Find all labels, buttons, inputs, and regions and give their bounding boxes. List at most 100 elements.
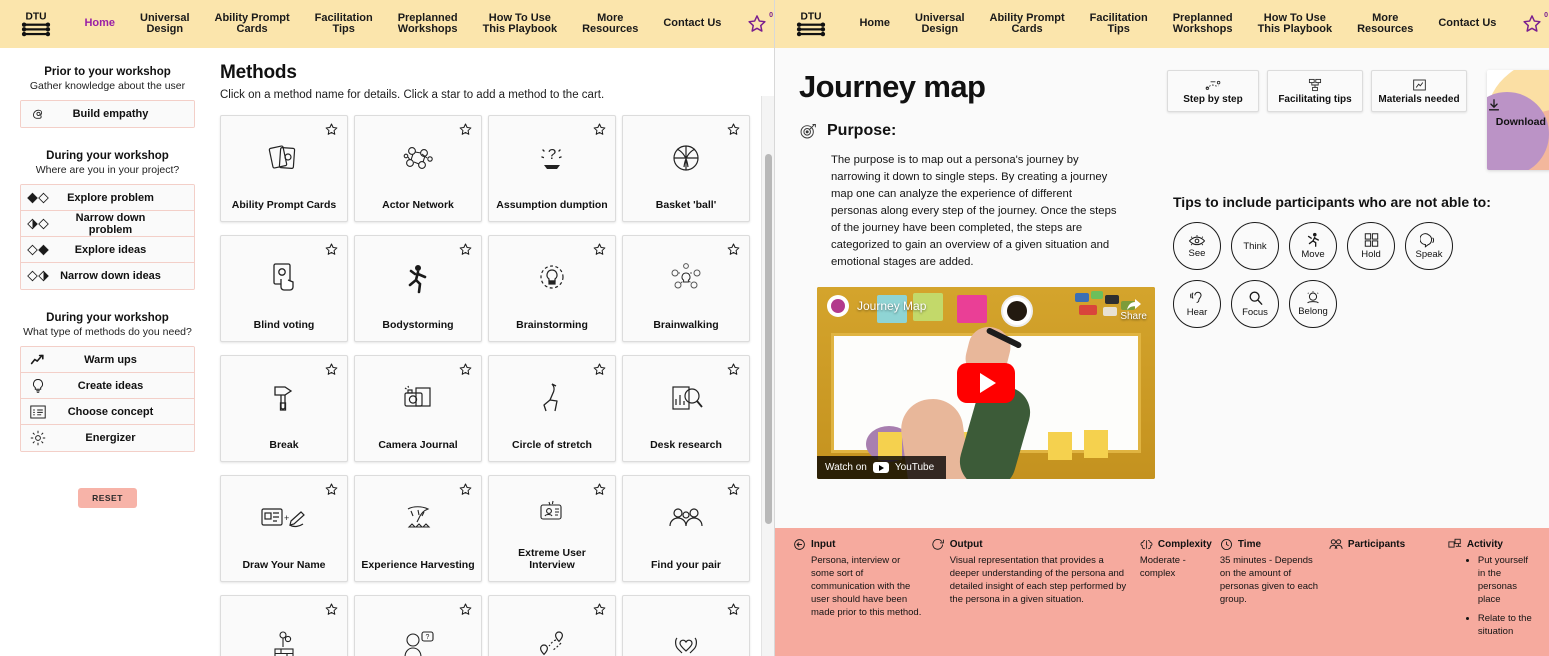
share-label: Share <box>1120 311 1147 322</box>
ability-speak-button[interactable]: Speak <box>1405 222 1453 270</box>
materials-needed-button[interactable]: Materials needed <box>1371 70 1467 112</box>
star-icon[interactable] <box>324 122 339 137</box>
nav-item-home[interactable]: Home <box>81 16 118 32</box>
reset-button[interactable]: RESET <box>78 488 137 508</box>
star-icon[interactable] <box>458 602 473 617</box>
info-title: Activity <box>1466 539 1503 550</box>
nav-item-preplanned-workshops[interactable]: Preplanned Workshops <box>395 11 461 38</box>
ability-belong-button[interactable]: Belong <box>1289 280 1337 328</box>
method-card-label: Experience Harvesting <box>361 559 475 571</box>
download-template-button[interactable]: Download template (pdf) <box>1487 70 1549 170</box>
sidebar-item-narrow-down-ideas[interactable]: Narrow down ideas <box>21 263 194 289</box>
dtu-logo[interactable]: DTU <box>0 10 72 39</box>
nav-item-contact-us[interactable]: Contact Us <box>1435 16 1499 32</box>
method-card[interactable] <box>622 595 750 656</box>
nav-item-more-resources[interactable]: More Resources <box>579 11 641 38</box>
nav-item-preplanned-workshops[interactable]: Preplanned Workshops <box>1170 11 1236 38</box>
youtube-video-embed[interactable]: Journey Map Share Watch on YouTube <box>817 287 1155 479</box>
action-buttons-group: Step by step Facilitating tips Materials… <box>1167 70 1477 112</box>
method-card-label: Circle of stretch <box>512 439 592 451</box>
ability-hold-button[interactable]: Hold <box>1347 222 1395 270</box>
sidebar-item-build-empathy[interactable]: Build empathy <box>21 101 194 127</box>
target-icon <box>799 122 817 140</box>
star-icon[interactable] <box>458 242 473 257</box>
nav-item-how-to-use[interactable]: How To Use This Playbook <box>1255 11 1336 38</box>
dtu-logo[interactable]: DTU <box>775 10 847 39</box>
actions-row: Step by step Facilitating tips Materials… <box>1167 70 1549 170</box>
method-card-label: Assumption dumption <box>496 199 608 211</box>
method-card[interactable]: Bodystorming <box>354 235 482 342</box>
method-card[interactable]: Camera Journal <box>354 355 482 462</box>
star-icon[interactable] <box>458 362 473 377</box>
star-icon[interactable] <box>592 122 607 137</box>
method-card-label: Find your pair <box>650 559 721 571</box>
method-card[interactable]: Find your pair <box>622 475 750 582</box>
method-card[interactable]: Brainstorming <box>488 235 616 342</box>
star-icon[interactable] <box>592 482 607 497</box>
left-pane-scrollbar[interactable] <box>761 96 774 656</box>
method-card[interactable]: Brainwalking <box>622 235 750 342</box>
method-card[interactable]: Basket 'ball' <box>622 115 750 222</box>
nav-item-contact-us[interactable]: Contact Us <box>660 16 724 32</box>
star-icon[interactable] <box>324 482 339 497</box>
cart-count-badge: 0 <box>1544 12 1548 19</box>
method-card[interactable]: ? Assumption dumption <box>488 115 616 222</box>
method-card[interactable] <box>220 595 348 656</box>
method-card[interactable]: Experience Harvesting <box>354 475 482 582</box>
step-by-step-button[interactable]: Step by step <box>1167 70 1259 112</box>
ability-focus-button[interactable]: Focus <box>1231 280 1279 328</box>
method-card[interactable]: ? <box>354 595 482 656</box>
nav-item-ability-prompt-cards[interactable]: Ability Prompt Cards <box>212 11 293 38</box>
star-icon[interactable] <box>726 122 741 137</box>
star-icon[interactable] <box>324 362 339 377</box>
nav-item-universal-design[interactable]: Universal Design <box>137 11 193 38</box>
sidebar-item-choose-concept[interactable]: Choose concept <box>21 399 194 425</box>
nav-item-how-to-use[interactable]: How To Use This Playbook <box>480 11 561 38</box>
star-icon[interactable] <box>324 242 339 257</box>
ability-think-button[interactable]: Think <box>1231 222 1279 270</box>
method-card[interactable]: Circle of stretch <box>488 355 616 462</box>
checklist-icon <box>21 405 55 419</box>
sidebar-item-narrow-down-problem[interactable]: Narrow down problem <box>21 211 194 237</box>
ability-hear-button[interactable]: Hear <box>1173 280 1221 328</box>
nav-item-ability-prompt-cards[interactable]: Ability Prompt Cards <box>987 11 1068 38</box>
nav-item-more-resources[interactable]: More Resources <box>1354 11 1416 38</box>
cart-star-button[interactable]: 0 <box>740 12 774 35</box>
star-icon[interactable] <box>726 362 741 377</box>
sidebar-item-create-ideas[interactable]: Create ideas <box>21 373 194 399</box>
star-icon[interactable] <box>726 482 741 497</box>
star-icon[interactable] <box>726 602 741 617</box>
sidebar-item-warm-ups[interactable]: Warm ups <box>21 347 194 373</box>
nav-item-facilitation-tips[interactable]: Facilitation Tips <box>312 11 376 38</box>
method-card[interactable]: Ability Prompt Cards <box>220 115 348 222</box>
method-card[interactable] <box>488 595 616 656</box>
sidebar-item-explore-ideas[interactable]: Explore ideas <box>21 237 194 263</box>
facilitating-tips-button[interactable]: Facilitating tips <box>1267 70 1363 112</box>
method-card[interactable]: Break <box>220 355 348 462</box>
cart-star-button[interactable]: 0 <box>1515 12 1549 35</box>
ability-move-button[interactable]: Move <box>1289 222 1337 270</box>
nav-item-universal-design[interactable]: Universal Design <box>912 11 968 38</box>
method-card[interactable]: + Draw Your Name <box>220 475 348 582</box>
method-card[interactable]: Extreme User Interview <box>488 475 616 582</box>
nav-item-facilitation-tips[interactable]: Facilitation Tips <box>1087 11 1151 38</box>
star-icon[interactable] <box>592 602 607 617</box>
nav-item-home[interactable]: Home <box>856 16 893 32</box>
video-share-button[interactable]: Share <box>1120 299 1147 322</box>
star-icon[interactable] <box>458 122 473 137</box>
watch-on-youtube-button[interactable]: Watch on YouTube <box>817 456 947 479</box>
scrollbar-thumb[interactable] <box>765 154 772 524</box>
play-button-icon[interactable] <box>957 363 1015 403</box>
ability-see-button[interactable]: See <box>1173 222 1221 270</box>
star-icon[interactable] <box>324 602 339 617</box>
method-card[interactable]: Blind voting <box>220 235 348 342</box>
star-icon[interactable] <box>726 242 741 257</box>
star-icon[interactable] <box>592 362 607 377</box>
star-icon[interactable] <box>458 482 473 497</box>
method-card[interactable]: Desk research <box>622 355 750 462</box>
sidebar-item-explore-problem[interactable]: Explore problem <box>21 185 194 211</box>
sidebar-item-energizer[interactable]: Energizer <box>21 425 194 451</box>
star-icon[interactable] <box>592 242 607 257</box>
method-card[interactable]: Actor Network <box>354 115 482 222</box>
action-label: Facilitating tips <box>1278 93 1352 105</box>
